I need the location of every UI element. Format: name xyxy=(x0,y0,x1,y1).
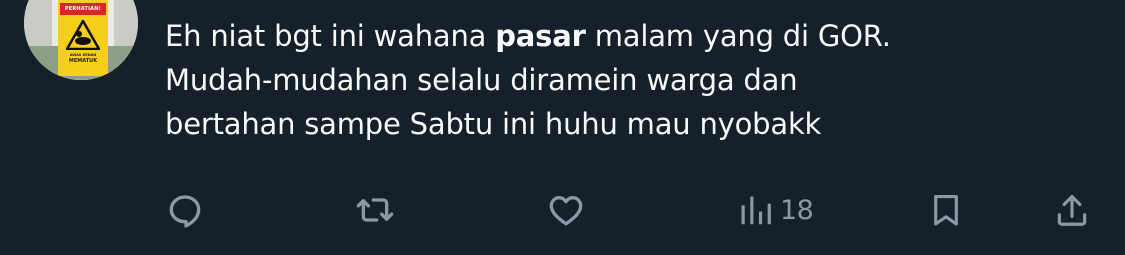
tweet-card[interactable]: PERHATIAN! AWAS KENAN MEMATUK Eh niat bg… xyxy=(0,0,1125,255)
bookmark-button[interactable] xyxy=(927,186,965,234)
avatar[interactable]: PERHATIAN! AWAS KENAN MEMATUK xyxy=(24,0,138,80)
tweet-text-line: bertahan sampe Sabtu ini huhu mau nyobak… xyxy=(165,107,822,141)
tweet-text-bold: pasar xyxy=(495,19,586,53)
tweet-text: Eh niat bgt ini wahana pasar malam yang … xyxy=(165,14,1085,146)
warning-triangle-icon xyxy=(66,20,100,50)
tweet-text-line: Mudah-mudahan selalu diramein warga dan xyxy=(165,63,798,97)
sign-small-text: AWAS KENAN xyxy=(69,53,97,57)
tweet-header-cropped xyxy=(300,0,540,2)
heart-icon xyxy=(549,196,583,226)
sign-header: PERHATIAN! xyxy=(60,3,106,15)
avatar-warning-sign: PERHATIAN! AWAS KENAN MEMATUK xyxy=(58,0,108,76)
reply-button[interactable] xyxy=(165,186,205,234)
sign-big-text: MEMATUK xyxy=(68,58,98,64)
reply-icon xyxy=(169,195,201,228)
views-count: 18 xyxy=(780,194,814,226)
tweet-text-part: malam yang di GOR. xyxy=(585,19,891,53)
retweet-button[interactable] xyxy=(355,186,395,234)
tweet-text-part: Eh niat bgt ini wahana xyxy=(165,19,496,53)
views-chart-icon xyxy=(741,196,771,225)
retweet-icon xyxy=(356,198,394,222)
action-bar: 18 xyxy=(0,186,1125,234)
like-button[interactable] xyxy=(546,186,586,234)
share-button[interactable] xyxy=(1053,186,1091,234)
views-button[interactable]: 18 xyxy=(736,186,814,234)
bookmark-icon xyxy=(934,194,958,226)
share-icon xyxy=(1057,194,1087,226)
